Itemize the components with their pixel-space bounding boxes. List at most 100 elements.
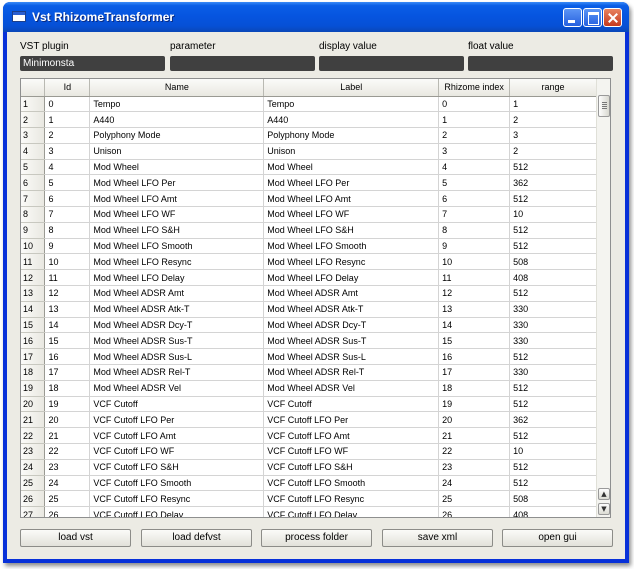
cell-label[interactable]: Mod Wheel ADSR Rel-T	[263, 364, 440, 381]
row-header[interactable]: 6	[21, 174, 46, 192]
cell-range[interactable]: 10	[509, 206, 597, 223]
cell-label[interactable]: VCF Cutoff LFO Resync	[263, 490, 440, 508]
cell-range[interactable]: 408	[509, 269, 597, 287]
table-row[interactable]: 21 20 VCF Cutoff LFO Per VCF Cutoff LFO Per…	[21, 411, 597, 429]
row-header[interactable]: 17	[21, 348, 46, 366]
cell-rhizome-index[interactable]: 18	[438, 380, 511, 397]
row-header[interactable]: 26	[21, 490, 46, 508]
cell-range[interactable]: 512	[509, 380, 597, 397]
cell-label[interactable]: Tempo	[263, 96, 440, 113]
cell-rhizome-index[interactable]: 16	[438, 348, 511, 366]
table-row[interactable]: 23 22 VCF Cutoff LFO WF VCF Cutoff LFO WF 22…	[21, 443, 597, 460]
save-xml-button[interactable]: save xml	[382, 529, 493, 547]
table-row[interactable]: 16 15 Mod Wheel ADSR Sus-T Mod Wheel ADSR S…	[21, 332, 597, 350]
cell-range[interactable]: 508	[509, 253, 597, 271]
row-header[interactable]: 27	[21, 506, 46, 517]
row-header[interactable]: 23	[21, 443, 46, 460]
cell-range[interactable]: 512	[509, 427, 597, 445]
cell-rhizome-index[interactable]: 26	[438, 506, 511, 517]
cell-rhizome-index[interactable]: 7	[438, 206, 511, 223]
row-header[interactable]: 13	[21, 285, 46, 302]
vst-plugin-field[interactable]: Minimonsta	[20, 56, 165, 71]
cell-label[interactable]: A440	[263, 111, 440, 129]
cell-range[interactable]: 10	[509, 443, 597, 460]
cell-name[interactable]: Mod Wheel ADSR Sus-T	[89, 332, 265, 350]
cell-label[interactable]: Mod Wheel LFO Resync	[263, 253, 440, 271]
cell-range[interactable]: 2	[509, 111, 597, 129]
open-gui-button[interactable]: open gui	[502, 529, 613, 547]
cell-name[interactable]: Mod Wheel LFO Smooth	[89, 238, 265, 255]
row-header[interactable]: 22	[21, 427, 46, 445]
corner-header[interactable]	[21, 79, 46, 97]
display-value-field[interactable]	[319, 56, 464, 71]
process-folder-button[interactable]: process folder	[261, 529, 372, 547]
cell-id[interactable]: 23	[44, 459, 91, 476]
float-value-field[interactable]	[468, 56, 613, 71]
column-header-label[interactable]: Label	[263, 79, 440, 97]
cell-id[interactable]: 17	[44, 364, 91, 381]
cell-range[interactable]: 362	[509, 174, 597, 192]
table-row[interactable]: 17 16 Mod Wheel ADSR Sus-L Mod Wheel ADSR S…	[21, 348, 597, 366]
row-header[interactable]: 2	[21, 111, 46, 129]
cell-label[interactable]: Mod Wheel LFO Per	[263, 174, 440, 192]
cell-name[interactable]: Unison	[89, 143, 265, 160]
cell-name[interactable]: VCF Cutoff LFO Per	[89, 411, 265, 429]
cell-rhizome-index[interactable]: 23	[438, 459, 511, 476]
cell-label[interactable]: Mod Wheel LFO WF	[263, 206, 440, 223]
cell-id[interactable]: 21	[44, 427, 91, 445]
cell-id[interactable]: 24	[44, 475, 91, 492]
row-header[interactable]: 16	[21, 332, 46, 350]
cell-id[interactable]: 10	[44, 253, 91, 271]
cell-rhizome-index[interactable]: 9	[438, 238, 511, 255]
cell-id[interactable]: 9	[44, 238, 91, 255]
table-row[interactable]: 5 4 Mod Wheel Mod Wheel 4 512	[21, 159, 597, 176]
cell-rhizome-index[interactable]: 19	[438, 396, 511, 413]
cell-rhizome-index[interactable]: 24	[438, 475, 511, 492]
cell-name[interactable]: Mod Wheel ADSR Atk-T	[89, 301, 265, 318]
cell-label[interactable]: Unison	[263, 143, 440, 160]
cell-range[interactable]: 512	[509, 285, 597, 302]
cell-rhizome-index[interactable]: 3	[438, 143, 511, 160]
arrow-up-icon[interactable]: ▲	[598, 488, 610, 500]
table-row[interactable]: 14 13 Mod Wheel ADSR Atk-T Mod Wheel ADSR A…	[21, 301, 597, 318]
table-row[interactable]: 12 11 Mod Wheel LFO Delay Mod Wheel LFO Del…	[21, 269, 597, 287]
cell-id[interactable]: 5	[44, 174, 91, 192]
row-header[interactable]: 4	[21, 143, 46, 160]
cell-id[interactable]: 15	[44, 332, 91, 350]
vertical-scrollbar[interactable]: ▲ ▼	[596, 79, 610, 517]
cell-range[interactable]: 512	[509, 348, 597, 366]
cell-range[interactable]: 512	[509, 459, 597, 476]
cell-rhizome-index[interactable]: 8	[438, 222, 511, 239]
cell-range[interactable]: 330	[509, 364, 597, 381]
table-row[interactable]: 7 6 Mod Wheel LFO Amt Mod Wheel LFO Amt 6 512	[21, 190, 597, 208]
cell-id[interactable]: 14	[44, 317, 91, 334]
table-row[interactable]: 6 5 Mod Wheel LFO Per Mod Wheel LFO Per 5 362	[21, 174, 597, 192]
table-row[interactable]: 22 21 VCF Cutoff LFO Amt VCF Cutoff LFO Amt…	[21, 427, 597, 445]
row-header[interactable]: 21	[21, 411, 46, 429]
cell-label[interactable]: Mod Wheel ADSR Atk-T	[263, 301, 440, 318]
row-header[interactable]: 24	[21, 459, 46, 476]
cell-label[interactable]: Polyphony Mode	[263, 127, 440, 144]
table-row[interactable]: 1 0 Tempo Tempo 0 1	[21, 96, 597, 113]
cell-range[interactable]: 330	[509, 301, 597, 318]
cell-id[interactable]: 11	[44, 269, 91, 287]
cell-id[interactable]: 6	[44, 190, 91, 208]
cell-label[interactable]: Mod Wheel LFO Delay	[263, 269, 440, 287]
cell-range[interactable]: 512	[509, 159, 597, 176]
cell-label[interactable]: Mod Wheel LFO S&H	[263, 222, 440, 239]
cell-rhizome-index[interactable]: 15	[438, 332, 511, 350]
cell-range[interactable]: 512	[509, 396, 597, 413]
cell-label[interactable]: Mod Wheel ADSR Vel	[263, 380, 440, 397]
row-header[interactable]: 7	[21, 190, 46, 208]
cell-name[interactable]: Mod Wheel ADSR Sus-L	[89, 348, 265, 366]
cell-rhizome-index[interactable]: 21	[438, 427, 511, 445]
cell-rhizome-index[interactable]: 4	[438, 159, 511, 176]
cell-rhizome-index[interactable]: 5	[438, 174, 511, 192]
cell-range[interactable]: 408	[509, 506, 597, 517]
cell-label[interactable]: VCF Cutoff LFO Per	[263, 411, 440, 429]
table-row[interactable]: 20 19 VCF Cutoff VCF Cutoff 19 512	[21, 396, 597, 413]
cell-rhizome-index[interactable]: 14	[438, 317, 511, 334]
column-header-id[interactable]: Id	[44, 79, 91, 97]
maximize-icon[interactable]	[583, 8, 602, 27]
close-icon[interactable]	[603, 8, 622, 27]
